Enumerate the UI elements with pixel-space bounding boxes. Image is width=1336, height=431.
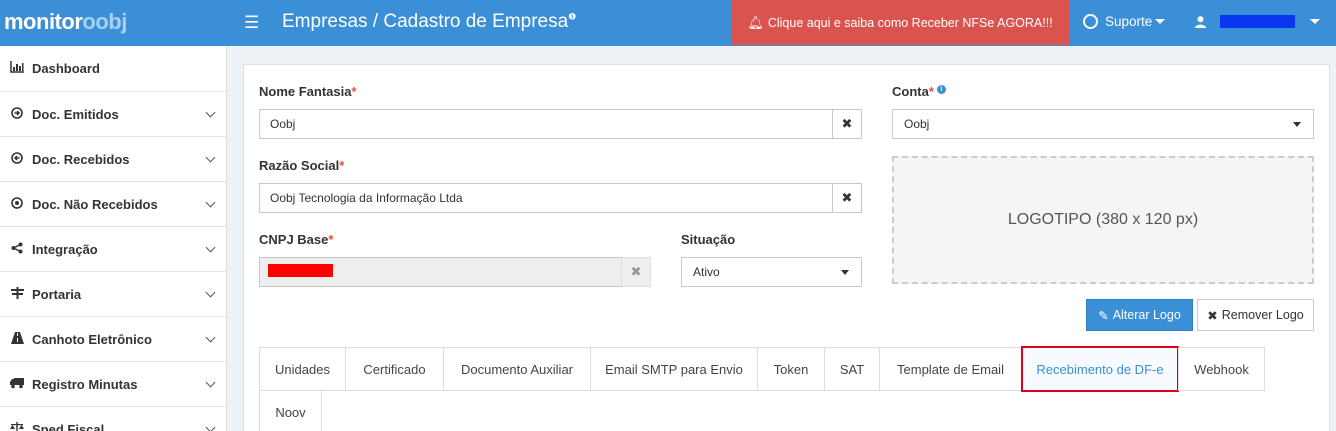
share-icon (8, 242, 26, 257)
chevron-down-icon (205, 377, 216, 388)
button-label: Alterar Logo (1112, 308, 1181, 322)
edit-icon: ✎ (1098, 308, 1109, 323)
alert-text: Clique aqui e saiba como Receber NFSe AG… (767, 15, 1053, 30)
nome-fantasia-input[interactable]: Oobj (259, 109, 834, 139)
redacted-cnpj (268, 264, 333, 277)
tab-webhook[interactable]: Webhook (1178, 347, 1265, 391)
close-icon: ✖ (1207, 308, 1218, 323)
logo-dropzone[interactable]: LOGOTIPO (380 x 120 px) (892, 156, 1314, 284)
chevron-down-icon (205, 107, 216, 118)
required-marker: * (928, 84, 934, 99)
required-marker: * (351, 84, 357, 99)
tab-email-smtp[interactable]: Email SMTP para Envio (590, 347, 758, 391)
chevron-down-icon (205, 287, 216, 298)
sidebar-item-label: Dashboard (32, 61, 100, 76)
bar-chart-icon (8, 61, 26, 76)
change-logo-button[interactable]: ✎ Alterar Logo (1086, 299, 1193, 331)
razao-social-label: Razão Social* (259, 158, 344, 173)
hamburger-menu-icon[interactable]: ☰ (244, 13, 259, 33)
sidebar-item-canhoto-eletronico[interactable]: Canhoto Eletrônico (0, 317, 226, 362)
label-text: Conta (892, 84, 929, 99)
chevron-down-icon (205, 422, 216, 431)
user-menu[interactable] (1195, 14, 1321, 29)
tab-certificado[interactable]: Certificado (345, 347, 444, 391)
conta-select[interactable]: Oobj (892, 109, 1314, 139)
sidebar-item-label: Canhoto Eletrônico (32, 331, 152, 347)
sidebar-item-label: Doc. Recebidos (32, 151, 130, 167)
tab-token[interactable]: Token (757, 347, 825, 391)
clear-cnpj-base-button: ✖ (621, 257, 651, 287)
tab-documento-auxiliar[interactable]: Documento Auxiliar (443, 347, 591, 391)
conta-label: Conta* i (892, 84, 946, 99)
sidebar-item-integracao[interactable]: Integração (0, 227, 226, 272)
truck-icon (8, 377, 26, 392)
tab-noov[interactable]: Noov (259, 390, 322, 431)
cnpj-base-label: CNPJ Base* (259, 232, 333, 247)
chevron-down-icon (205, 152, 216, 163)
sidebar-item-label: Sped Fiscal (32, 421, 105, 431)
situacao-selected-value: Ativo (693, 265, 720, 279)
top-navbar: monitoroobj ☰ Empresas / Cadastro de Emp… (0, 0, 1336, 46)
sidebar-item-label: Doc. Não Recebidos (32, 196, 158, 212)
chevron-down-icon (205, 332, 216, 343)
nome-fantasia-label: Nome Fantasia* (259, 84, 357, 99)
balance-scale-icon (8, 421, 26, 431)
arrow-circle-right-icon (8, 106, 26, 122)
app-logo[interactable]: monitoroobj (4, 9, 127, 35)
signpost-icon (8, 286, 26, 302)
situacao-label: Situação (681, 232, 736, 247)
info-icon[interactable]: ❶ (568, 12, 576, 22)
info-icon[interactable]: i (936, 84, 946, 94)
redacted-username (1219, 15, 1295, 28)
razao-social-input[interactable]: Oobj Tecnologia da Informação Ltda (259, 183, 834, 213)
caret-down-icon (1293, 122, 1301, 127)
situacao-select[interactable]: Ativo (681, 257, 862, 287)
user-icon (1195, 16, 1206, 28)
road-icon (8, 331, 26, 347)
support-menu[interactable]: Suporte (1083, 14, 1166, 29)
required-marker: * (339, 158, 345, 173)
nfse-alert-banner[interactable]: 🔔︎ Clique aqui e saiba como Receber NFSe… (731, 0, 1069, 45)
label-text: Razão Social (259, 158, 340, 173)
label-text: Nome Fantasia (259, 84, 352, 99)
dot-circle-icon (8, 196, 26, 212)
sidebar-item-doc-recebidos[interactable]: Doc. Recebidos (0, 137, 226, 182)
support-label: Suporte (1105, 14, 1153, 29)
caret-down-icon (841, 270, 849, 275)
sidebar-item-label: Doc. Emitidos (32, 106, 119, 122)
breadcrumb-text: Empresas / Cadastro de Empresa (282, 11, 569, 32)
breadcrumb: Empresas / Cadastro de Empresa❶ (282, 11, 576, 33)
button-label: Remover Logo (1221, 308, 1304, 322)
remove-logo-button[interactable]: ✖ Remover Logo (1197, 299, 1314, 331)
clear-razao-social-button[interactable]: ✖ (832, 183, 862, 213)
tab-unidades[interactable]: Unidades (259, 347, 346, 391)
sidebar-item-portaria[interactable]: Portaria (0, 272, 226, 317)
logo-text-main: monitor (4, 9, 83, 34)
sidebar-item-label: Portaria (32, 286, 82, 302)
bell-icon: 🔔︎ (747, 14, 764, 30)
caret-down-icon (1310, 19, 1321, 24)
sidebar: Dashboard Doc. Emitidos Doc. Recebidos D… (0, 46, 227, 431)
label-text: CNPJ Base (259, 232, 329, 247)
required-marker: * (328, 232, 334, 247)
sidebar-item-registro-minutas[interactable]: Registro Minutas (0, 362, 226, 407)
globe-icon (1083, 14, 1098, 29)
sidebar-item-sped-fiscal[interactable]: Sped Fiscal (0, 407, 226, 431)
sidebar-item-label: Registro Minutas (32, 376, 138, 392)
sidebar-item-dashboard[interactable]: Dashboard (0, 46, 226, 92)
tab-recebimento-dfe[interactable]: Recebimento de DF-e (1021, 346, 1179, 392)
logo-placeholder-text: LOGOTIPO (380 x 120 px) (1007, 211, 1199, 228)
caret-down-icon (1155, 19, 1166, 24)
tab-template-email[interactable]: Template de Email (879, 347, 1022, 391)
sidebar-item-label: Integração (32, 241, 98, 257)
chevron-down-icon (205, 242, 216, 253)
logo-text-accent: oobj (82, 9, 127, 34)
arrow-circle-left-icon (8, 151, 26, 167)
chevron-down-icon (205, 197, 216, 208)
sidebar-item-doc-nao-recebidos[interactable]: Doc. Não Recebidos (0, 182, 226, 227)
tab-sat[interactable]: SAT (824, 347, 880, 391)
clear-nome-fantasia-button[interactable]: ✖ (832, 109, 862, 139)
conta-selected-value: Oobj (904, 117, 930, 131)
sidebar-item-doc-emitidos[interactable]: Doc. Emitidos (0, 92, 226, 137)
